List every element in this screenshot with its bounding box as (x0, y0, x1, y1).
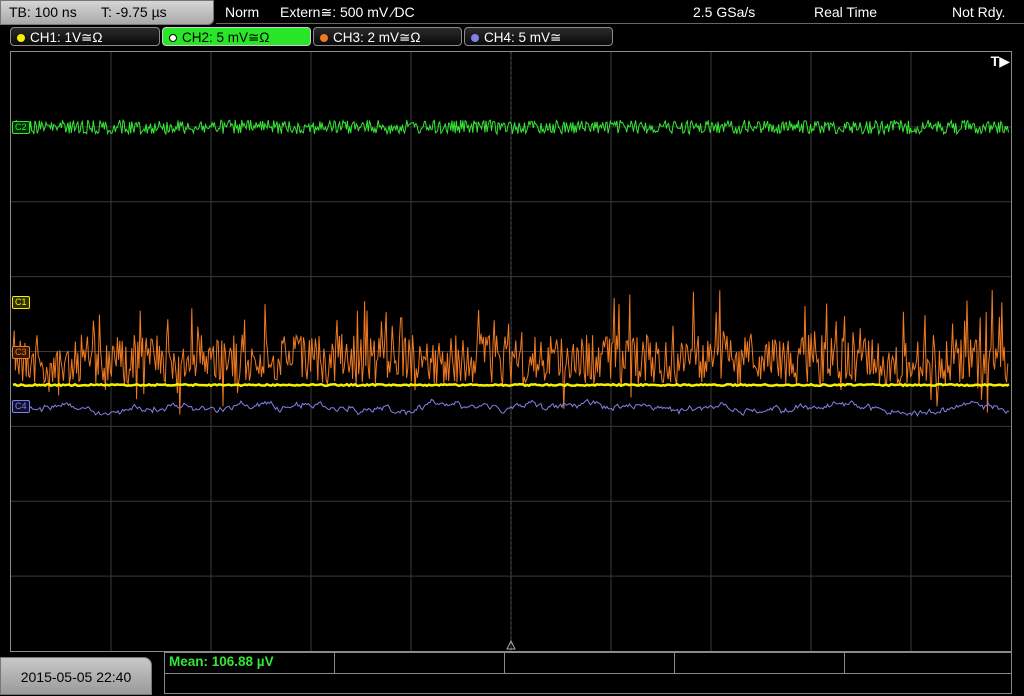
ch3-offset-marker[interactable]: C3 (12, 346, 30, 359)
measurement-panel[interactable]: Mean: 106.88 µV (164, 652, 1012, 694)
footer-bar: 2015-05-05 22:40 Mean: 106.88 µV (0, 652, 1024, 695)
ch4-offset-marker[interactable]: C4 (12, 400, 30, 413)
datetime-box: 2015-05-05 22:40 (0, 657, 152, 695)
measurement-cell: Mean: 106.88 µV (165, 653, 335, 673)
measurement-cell (675, 653, 845, 673)
trigger-marker-icon: T▶ (990, 53, 1010, 69)
measurement-divider (165, 673, 1011, 674)
ch3-trace (12, 289, 1009, 415)
waveform-plot (11, 52, 1011, 651)
ch2-offset-marker[interactable]: C2 (12, 121, 30, 134)
measurement-cell (505, 653, 675, 673)
ch1-trace (12, 382, 1010, 388)
ch1-offset-marker[interactable]: C1 (12, 296, 30, 309)
measurement-cell (335, 653, 505, 673)
mean-measurement: Mean: 106.88 µV (169, 654, 274, 669)
